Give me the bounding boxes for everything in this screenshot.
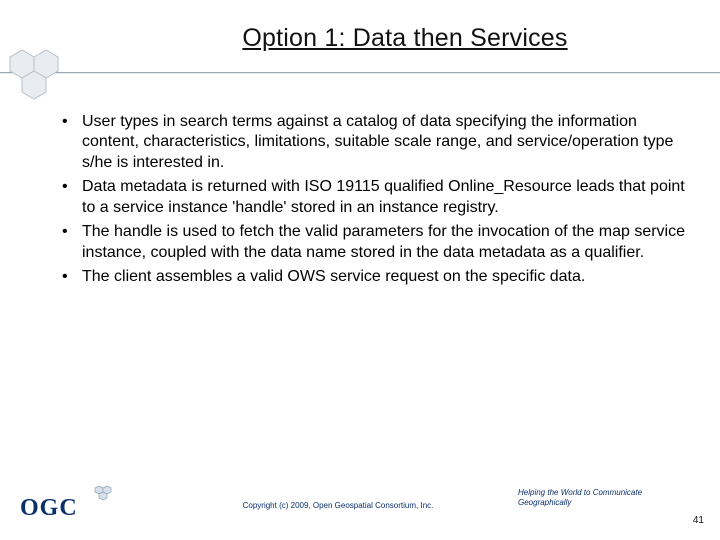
slide-title-wrap: Option 1: Data then Services xyxy=(150,24,660,53)
copyright-text: Copyright (c) 2009, Open Geospatial Cons… xyxy=(220,501,456,510)
bullet-item: Data metadata is returned with ISO 19115… xyxy=(62,177,690,218)
ogc-logo: OGC xyxy=(20,495,78,522)
bullet-item: The client assembles a valid OWS service… xyxy=(62,267,690,287)
slide-title: Option 1: Data then Services xyxy=(242,24,567,52)
page-number: 41 xyxy=(693,515,704,526)
bullet-list: User types in search terms against a cat… xyxy=(62,112,690,292)
hexagon-ornament-icon xyxy=(4,48,76,108)
slide-footer: OGC Copyright (c) 2009, Open Geospatial … xyxy=(20,482,706,528)
bullet-item: User types in search terms against a cat… xyxy=(62,112,690,173)
tagline-text: Helping the World to Communicate Geograp… xyxy=(518,488,678,508)
title-divider xyxy=(0,72,720,74)
logo-hex-icon xyxy=(94,485,112,506)
bullet-item: The handle is used to fetch the valid pa… xyxy=(62,222,690,263)
